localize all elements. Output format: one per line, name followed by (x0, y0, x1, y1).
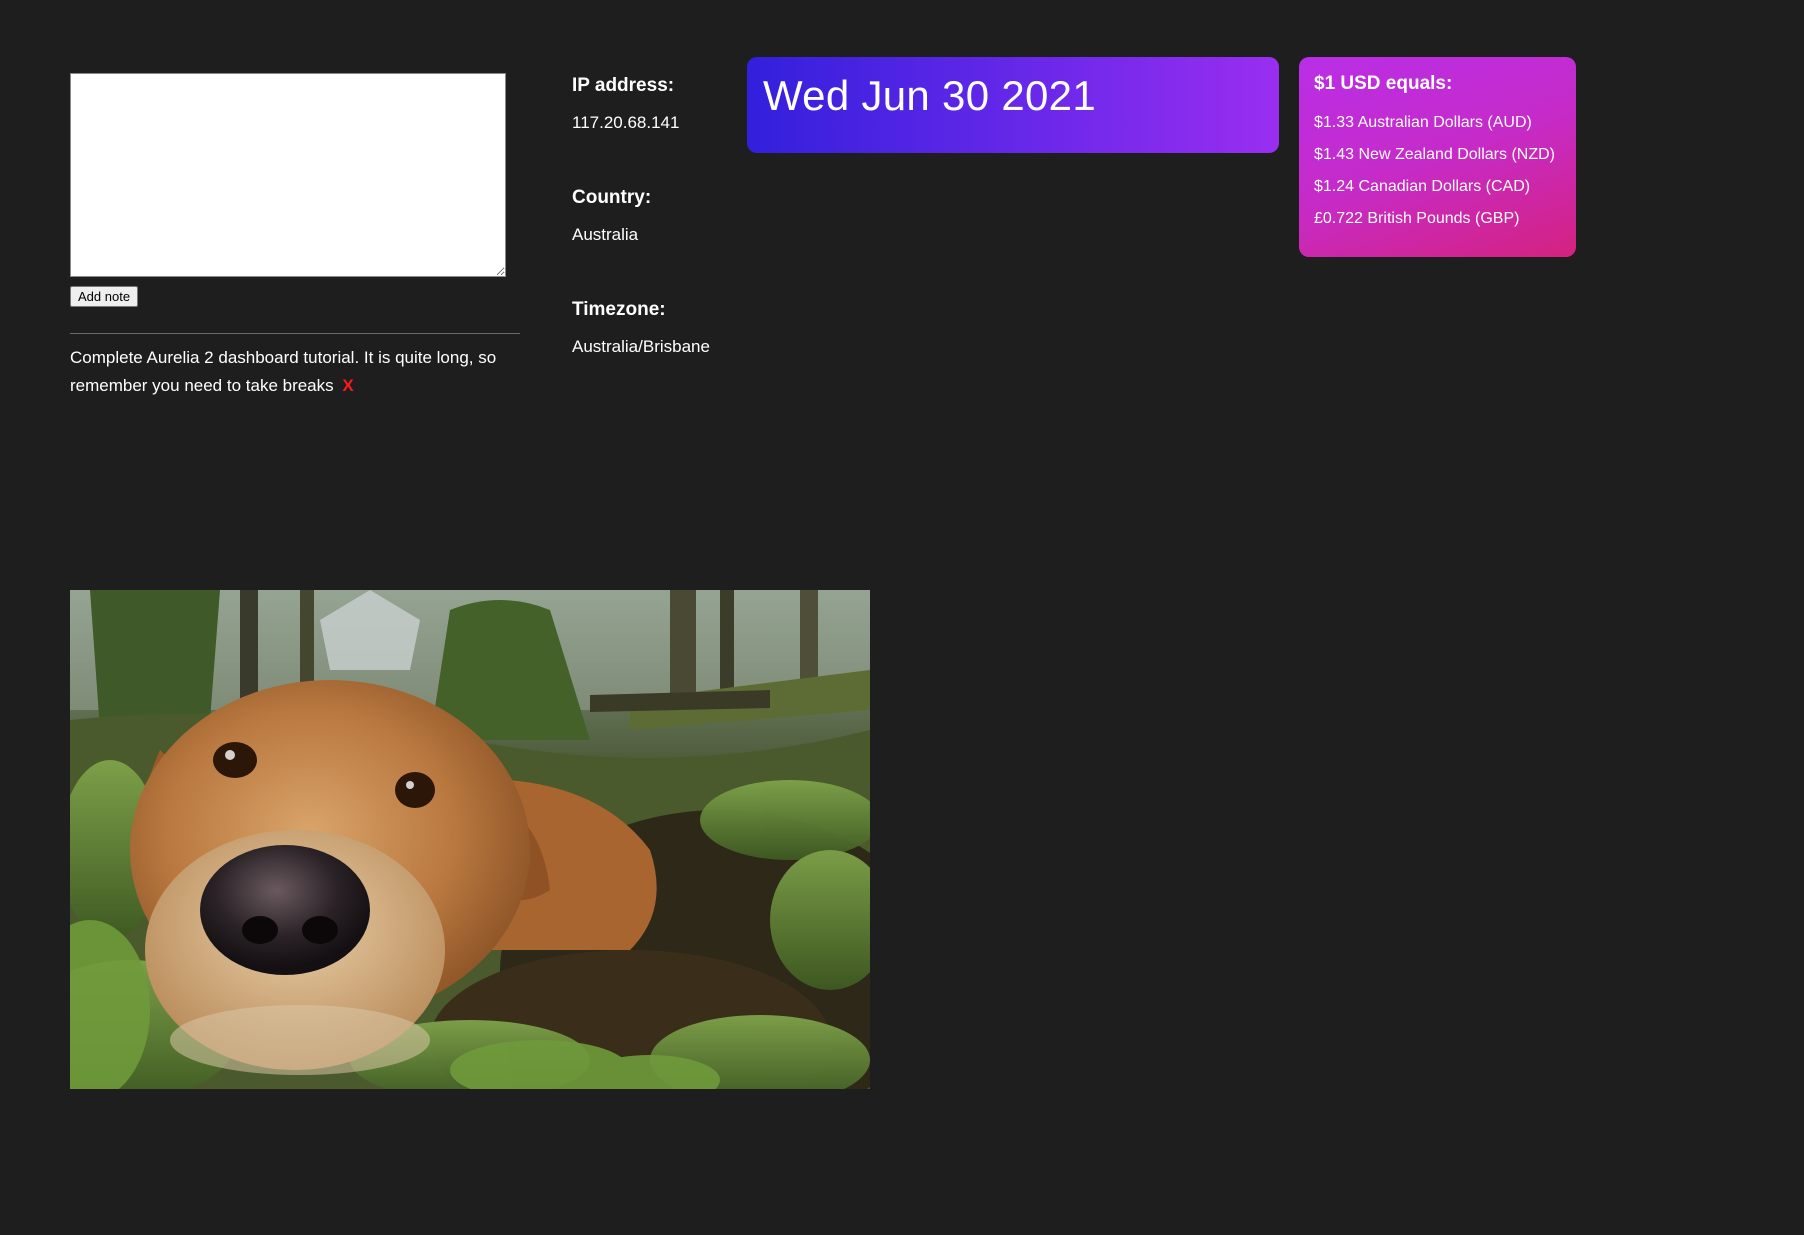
ip-label: IP address: (572, 75, 675, 96)
currency-rate-nzd: $1.43 New Zealand Dollars (NZD) (1314, 146, 1555, 163)
date-card: Wed Jun 30 2021 (747, 57, 1279, 153)
timezone-label: Timezone: (572, 299, 666, 320)
dog-photo-illustration (70, 590, 870, 1089)
ip-value: 117.20.68.141 (572, 113, 680, 132)
ip-block: IP address: 117.20.68.141 (572, 74, 742, 134)
currency-card: $1 USD equals: $1.33 Australian Dollars … (1299, 57, 1576, 257)
currency-rate-cad: $1.24 Canadian Dollars (CAD) (1314, 178, 1531, 195)
add-note-button[interactable]: Add note (70, 286, 139, 307)
timezone-value: Australia/Brisbane (572, 337, 710, 356)
remove-note-icon[interactable]: X (342, 376, 353, 395)
timezone-block: Timezone: Australia/Brisbane (572, 298, 742, 358)
currency-title: $1 USD equals: (1314, 73, 1453, 94)
note-textarea[interactable] (70, 73, 506, 277)
currency-rate-gbp: £0.722 British Pounds (GBP) (1314, 210, 1520, 227)
country-label: Country: (572, 187, 652, 208)
dog-photo (70, 590, 870, 1089)
country-value: Australia (572, 225, 639, 244)
notes-divider (70, 333, 520, 334)
notes-widget: Add note Complete Aurelia 2 dashboard tu… (70, 73, 520, 400)
ip-info-widget: IP address: 117.20.68.141 Country: Austr… (572, 74, 742, 410)
note-item: Complete Aurelia 2 dashboard tutorial. I… (70, 344, 520, 400)
currency-rate-aud: $1.33 Australian Dollars (AUD) (1314, 114, 1532, 131)
country-block: Country: Australia (572, 186, 742, 246)
note-text: Complete Aurelia 2 dashboard tutorial. I… (70, 348, 497, 395)
current-date: Wed Jun 30 2021 (763, 72, 1096, 119)
dashboard-page: Add note Complete Aurelia 2 dashboard tu… (0, 0, 1804, 1235)
